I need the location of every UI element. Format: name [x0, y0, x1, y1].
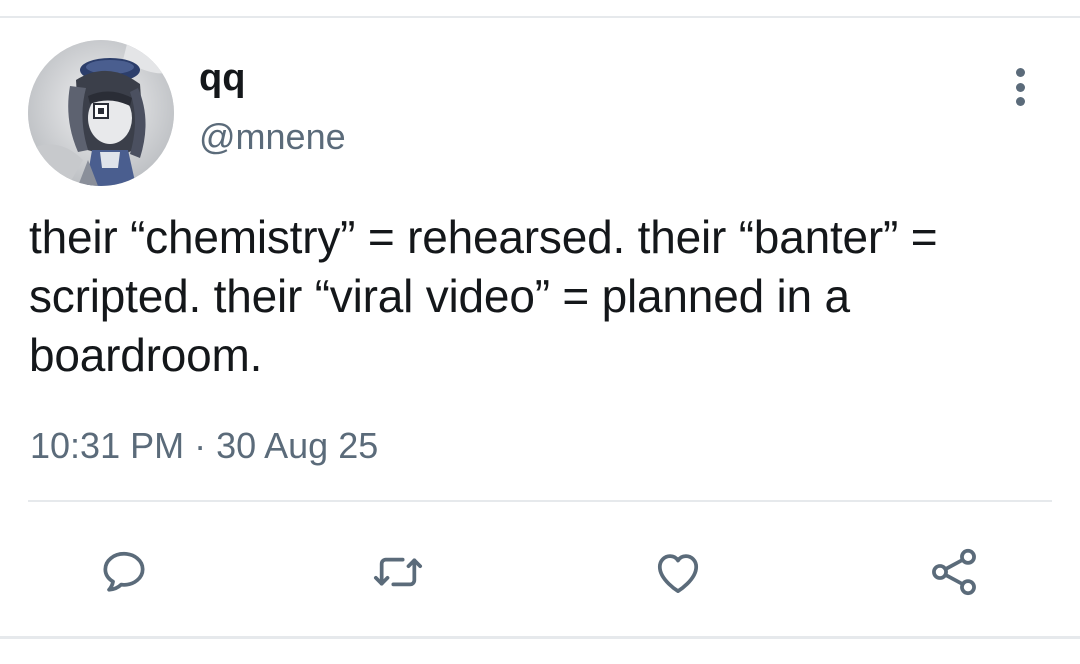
more-dot	[1015, 82, 1025, 92]
more-vertical-icon[interactable]	[1000, 64, 1040, 110]
avatar[interactable]	[28, 40, 174, 186]
reply-icon	[103, 551, 145, 592]
retweet-icon	[373, 557, 423, 587]
like-button[interactable]	[646, 540, 710, 604]
more-dot	[1015, 97, 1025, 106]
bottom-divider	[0, 636, 1080, 639]
user-handle[interactable]: @mnene	[199, 116, 346, 158]
tweet-timestamp[interactable]: 10:31 PM · 30 Aug 25	[30, 425, 378, 467]
share-button[interactable]	[922, 540, 986, 604]
tweet-text: their “chemistry” = rehearsed. their “ba…	[29, 211, 938, 381]
actions-divider	[28, 500, 1052, 502]
heart-icon	[657, 554, 699, 593]
retweet-button[interactable]	[366, 540, 430, 604]
display-name[interactable]: qq	[199, 56, 245, 100]
tweet-detail: qq @mnene their “chemistry” = rehearsed.…	[0, 0, 1080, 664]
share-icon	[932, 548, 976, 596]
top-divider	[0, 16, 1080, 18]
avatar-image	[28, 40, 174, 186]
reply-button[interactable]	[92, 540, 156, 604]
more-dot	[1015, 68, 1025, 77]
